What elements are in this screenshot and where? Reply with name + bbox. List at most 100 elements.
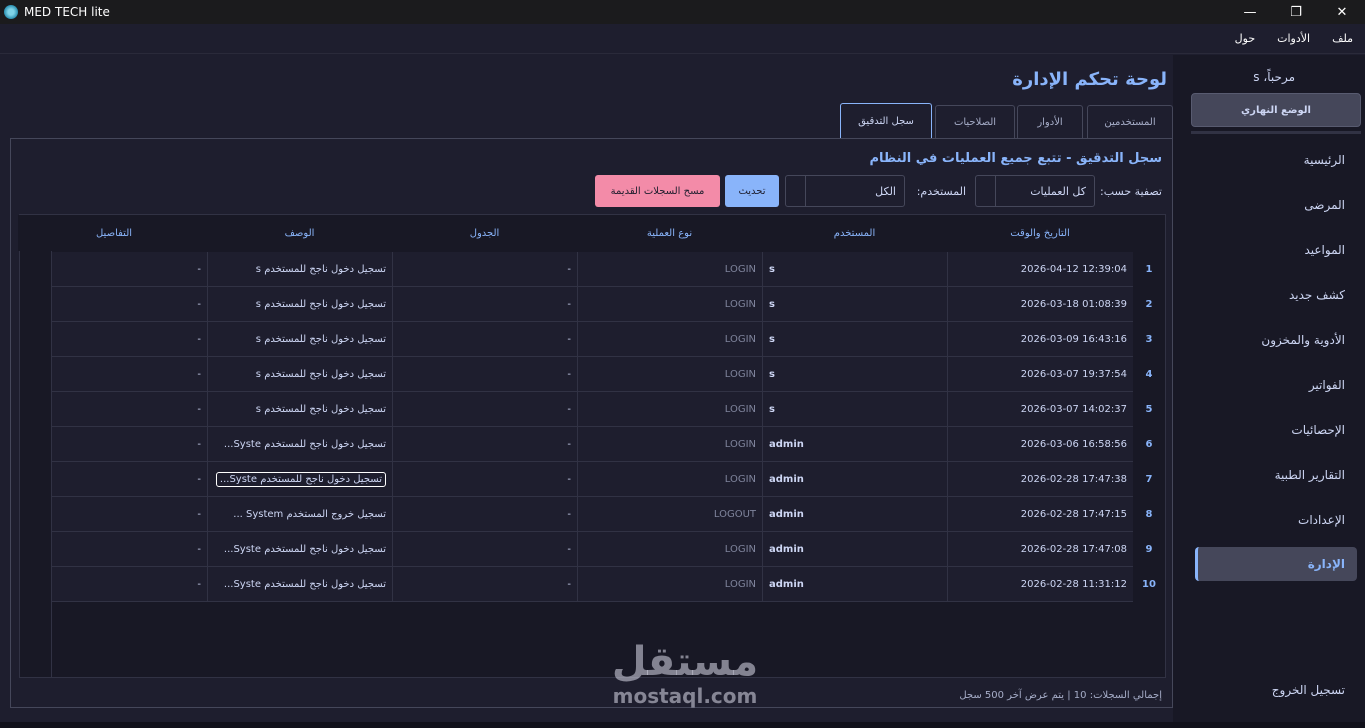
menu-tools[interactable]: الأدوات [1277, 32, 1310, 45]
cell-datetime[interactable]: 2026-02-28 11:31:12 [947, 567, 1133, 601]
cell-datetime[interactable]: 2026-03-06 16:58:56 [947, 427, 1133, 461]
sidebar-item-home[interactable]: الرئيسية [1304, 153, 1345, 167]
cell-description[interactable]: تسجيل دخول ناجح للمستخدم Syste... [207, 567, 392, 601]
cell-user[interactable]: s [762, 357, 947, 391]
cell-operation[interactable]: LOGIN [577, 252, 762, 286]
cell-operation[interactable]: LOGOUT [577, 497, 762, 531]
cell-datetime[interactable]: 2026-02-28 17:47:08 [947, 532, 1133, 566]
table-row[interactable]: 2026-02-28 17:47:08 admin LOGIN - تسجيل دخول… [20, 532, 1133, 567]
cell-description[interactable]: تسجيل دخول ناجح للمستخدم Syste... [207, 462, 392, 496]
sidebar-item-settings[interactable]: الإعدادات [1298, 513, 1345, 527]
operation-filter-select[interactable]: كل العمليات [975, 175, 1095, 207]
refresh-button[interactable]: تحديث [725, 175, 779, 207]
cell-description[interactable]: تسجيل خروج المستخدم System ... [207, 497, 392, 531]
cell-datetime[interactable]: 2026-02-28 17:47:38 [947, 462, 1133, 496]
cell-user[interactable]: admin [762, 427, 947, 461]
cell-datetime[interactable]: 2026-02-28 17:47:15 [947, 497, 1133, 531]
cell-user[interactable]: s [762, 392, 947, 426]
user-filter-select[interactable]: الكل [785, 175, 905, 207]
cell-operation[interactable]: LOGIN [577, 567, 762, 601]
cell-description[interactable]: تسجيل دخول ناجح للمستخدم s [207, 287, 392, 321]
cell-user[interactable]: s [762, 287, 947, 321]
theme-toggle-button[interactable]: الوضع النهاري [1191, 93, 1361, 127]
cell-user[interactable]: admin [762, 567, 947, 601]
table-row[interactable]: 2026-02-28 11:31:12 admin LOGIN - تسجيل دخول… [20, 567, 1133, 602]
cell-operation[interactable]: LOGIN [577, 392, 762, 426]
table-row[interactable]: 2026-03-06 16:58:56 admin LOGIN - تسجيل دخول… [20, 427, 1133, 462]
cell-description[interactable]: تسجيل دخول ناجح للمستخدم s [207, 392, 392, 426]
sidebar-divider [1191, 131, 1361, 134]
cell-operation[interactable]: LOGIN [577, 532, 762, 566]
sidebar-item-admin[interactable]: الإدارة [1195, 547, 1357, 581]
cell-table[interactable]: - [392, 532, 577, 566]
menu-file[interactable]: ملف [1332, 32, 1353, 45]
cell-datetime[interactable]: 2026-03-07 19:37:54 [947, 357, 1133, 391]
cell-table[interactable]: - [392, 322, 577, 356]
cell-table[interactable]: - [392, 252, 577, 286]
cell-description[interactable]: تسجيل دخول ناجح للمستخدم s [207, 252, 392, 286]
watermark-arabic: مستقل [611, 639, 759, 685]
cell-user[interactable]: s [762, 252, 947, 286]
table-row[interactable]: 2026-03-07 14:02:37 s LOGIN - تسجيل دخول ناج… [20, 392, 1133, 427]
cell-description[interactable]: تسجيل دخول ناجح للمستخدم Syste... [207, 427, 392, 461]
maximize-icon[interactable]: ❐ [1273, 0, 1319, 24]
table-row[interactable]: 2026-03-18 01:08:39 s LOGIN - تسجيل دخول ناج… [20, 287, 1133, 322]
vertical-scrollbar[interactable] [20, 251, 52, 677]
column-header-user[interactable]: المستخدم [762, 215, 947, 251]
cell-table[interactable]: - [392, 427, 577, 461]
cell-table[interactable]: - [392, 462, 577, 496]
table-row[interactable]: 2026-03-09 16:43:16 s LOGIN - تسجيل دخول ناج… [20, 322, 1133, 357]
cell-datetime[interactable]: 2026-03-09 16:43:16 [947, 322, 1133, 356]
cell-datetime[interactable]: 2026-03-07 14:02:37 [947, 392, 1133, 426]
table-row[interactable]: 2026-02-28 17:47:15 admin LOGOUT - تسجيل خرو… [20, 497, 1133, 532]
sidebar-item-medical-reports[interactable]: التقارير الطبية [1275, 468, 1345, 482]
cell-operation[interactable]: LOGIN [577, 322, 762, 356]
tab-audit-log[interactable]: سجل التدقيق [840, 103, 932, 139]
cell-table[interactable]: - [392, 357, 577, 391]
cell-user[interactable]: s [762, 322, 947, 356]
column-header-description[interactable]: الوصف [207, 215, 392, 251]
page-title: لوحة تحكم الإدارة [1012, 69, 1167, 90]
cell-user[interactable]: admin [762, 497, 947, 531]
column-header-operation[interactable]: نوع العملية [577, 215, 762, 251]
sidebar-item-new-exam[interactable]: كشف جديد [1289, 288, 1345, 302]
menu-about[interactable]: حول [1235, 32, 1255, 45]
row-number: 4 [1145, 369, 1153, 380]
cell-table[interactable]: - [392, 287, 577, 321]
sidebar-item-appointments[interactable]: المواعيد [1304, 243, 1345, 257]
cell-operation[interactable]: LOGIN [577, 357, 762, 391]
cell-datetime[interactable]: 2026-03-18 01:08:39 [947, 287, 1133, 321]
cell-table[interactable]: - [392, 567, 577, 601]
column-header-details[interactable]: التفاصيل [21, 215, 207, 251]
sidebar-item-invoices[interactable]: الفواتير [1309, 378, 1345, 392]
cell-operation[interactable]: LOGIN [577, 427, 762, 461]
tab-permissions[interactable]: الصلاحيات [935, 105, 1015, 138]
cell-description[interactable]: تسجيل دخول ناجح للمستخدم Syste... [207, 532, 392, 566]
cell-operation[interactable]: LOGIN [577, 462, 762, 496]
table-header: التاريخ والوقت المستخدم نوع العملية الجد… [18, 215, 1165, 251]
tab-roles[interactable]: الأدوار [1017, 105, 1083, 138]
minimize-icon[interactable]: — [1227, 0, 1273, 24]
table-row[interactable]: 2026-03-07 19:37:54 s LOGIN - تسجيل دخول ناج… [20, 357, 1133, 392]
cell-table[interactable]: - [392, 497, 577, 531]
logout-button[interactable]: تسجيل الخروج [1272, 683, 1345, 697]
cell-user[interactable]: admin [762, 532, 947, 566]
records-summary: إجمالي السجلات: 10 | يتم عرض آخر 500 سجل [959, 690, 1162, 701]
table-row[interactable]: 2026-04-12 12:39:04 s LOGIN - تسجيل دخول ناج… [20, 252, 1133, 287]
sidebar-item-statistics[interactable]: الإحصائيات [1291, 423, 1345, 437]
cell-user[interactable]: admin [762, 462, 947, 496]
cell-operation[interactable]: LOGIN [577, 287, 762, 321]
sidebar-item-patients[interactable]: المرضى [1304, 198, 1345, 212]
column-header-datetime[interactable]: التاريخ والوقت [947, 215, 1133, 251]
column-header-table[interactable]: الجدول [392, 215, 577, 251]
cell-description[interactable]: تسجيل دخول ناجح للمستخدم s [207, 357, 392, 391]
sidebar-item-medicines[interactable]: الأدوية والمخزون [1261, 333, 1345, 347]
table-row[interactable]: 2026-02-28 17:47:38 admin LOGIN - تسجيل دخول… [20, 462, 1133, 497]
cell-description[interactable]: تسجيل دخول ناجح للمستخدم s [207, 322, 392, 356]
cell-datetime[interactable]: 2026-04-12 12:39:04 [947, 252, 1133, 286]
tab-users[interactable]: المستخدمين [1087, 105, 1173, 138]
close-icon[interactable]: ✕ [1319, 0, 1365, 24]
clear-old-logs-button[interactable]: مسح السجلات القديمة [595, 175, 720, 207]
window-controls: — ❐ ✕ [1227, 0, 1365, 24]
cell-table[interactable]: - [392, 392, 577, 426]
